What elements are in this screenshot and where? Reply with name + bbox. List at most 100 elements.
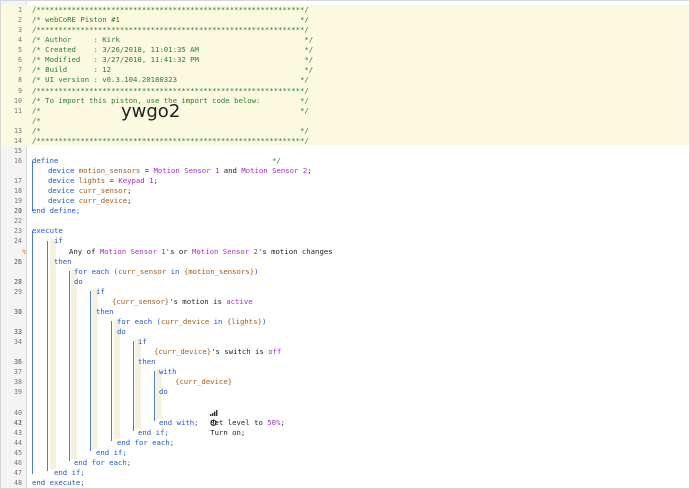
with-device-ref[interactable]: {curr_device} (175, 377, 232, 387)
end-execute-keyword[interactable]: end execute; (32, 478, 85, 488)
do-keyword[interactable]: do (159, 387, 168, 397)
code-line: 15 (1, 146, 689, 156)
equals-sign: = (140, 166, 154, 175)
line-number: 5 (18, 46, 22, 55)
line-number: 28 (14, 277, 22, 286)
code-line: 5 /* Created : 3/26/2018, 11:01:35 AM */ (1, 45, 689, 56)
code-lines: 1 /**************************************… (1, 5, 689, 488)
line-number: 22 (14, 217, 22, 226)
line-number: 47 (14, 468, 22, 477)
for-each-sensor-statement[interactable]: for each (curr_sensor in {motion_sensors… (74, 267, 259, 277)
line-number: 24 (14, 237, 22, 246)
variable-name: curr_sensor (78, 186, 128, 196)
device-keyword: device (48, 176, 75, 186)
code-line: 28 do (1, 277, 689, 287)
device-keyword: device (48, 166, 75, 175)
trigger-condition[interactable]: Any of Motion Sensor 1's or Motion Senso… (69, 247, 333, 257)
define-lights-statement[interactable]: device lights = Keypad 1; (48, 176, 158, 186)
for-each-keyword: for each ( (117, 316, 161, 326)
paren: ) (254, 266, 259, 276)
condition-text: Any of (69, 246, 100, 256)
line-number: 33 (14, 328, 22, 336)
line-number: 37 (14, 368, 22, 377)
code-line: 38 {curr_device} (1, 377, 689, 387)
code-line: 33 do (1, 327, 689, 337)
end-if-keyword[interactable]: end if; (138, 428, 169, 438)
code-line: 4 /* Author : Kirk */ (1, 35, 689, 46)
comment-text: /* Modified : 3/27/2018, 11:41:32 PM */ (32, 55, 314, 65)
define-motion-sensors-statement[interactable]: device motion_sensors = Motion Sensor 1 … (48, 166, 312, 176)
code-line: 30 {curr_sensor}'s motion is active (1, 297, 689, 316)
if-keyword[interactable]: if (138, 337, 147, 347)
code-line: 8 /* UI version : v0.3.104.20180323 */ (1, 75, 689, 86)
device-keyword: device (48, 196, 75, 206)
code-line: 11/* */ (1, 105, 689, 116)
if-keyword[interactable]: if (96, 287, 105, 297)
condition-text: 's motion changes (257, 246, 333, 256)
with-keyword[interactable]: with (159, 367, 177, 377)
execute-keyword[interactable]: execute (32, 226, 63, 236)
device-name: Motion Sensor 1 (99, 246, 166, 256)
line-number: 23 (14, 227, 22, 236)
code-line: 40 Set level to 50%; (1, 397, 689, 427)
line-number: 48 (14, 478, 22, 487)
line-number: 39 (14, 388, 22, 397)
motion-active-condition[interactable]: {curr_sensor}'s motion is active (112, 297, 253, 307)
define-keyword[interactable]: define (32, 156, 58, 166)
comment-text: /***************************************… (32, 85, 309, 95)
then-keyword[interactable]: then (54, 257, 72, 267)
then-keyword[interactable]: then (96, 307, 114, 317)
condition-text: 's switch is (211, 347, 269, 357)
define-curr-device-statement[interactable]: device curr_device; (48, 196, 132, 206)
code-line: 35 {curr_device}'s switch is off (1, 347, 689, 366)
end-for-each-keyword[interactable]: end for each; (117, 438, 174, 448)
code-line: 14 /*************************************… (1, 135, 689, 146)
code-line: 23 execute (1, 226, 689, 236)
code-line: 31 then (1, 307, 689, 317)
comment-text: /***************************************… (32, 5, 309, 14)
line-number: 31 (14, 307, 22, 316)
comment-text: /***************************************… (32, 135, 309, 145)
import-code[interactable]: ywgo2 (121, 102, 180, 120)
end-if-keyword[interactable]: end if; (96, 448, 127, 458)
code-line: 16 define (1, 156, 689, 166)
line-number: 16 (14, 156, 22, 165)
paren: ) (262, 316, 267, 326)
end-define-keyword[interactable]: end define; (32, 206, 80, 216)
line-number: 26 (14, 257, 22, 266)
code-line: 12 /* ywgo2 */ (1, 102, 689, 165)
code-line: 13 /* */ (1, 125, 689, 136)
variable-name: curr_device (160, 316, 210, 326)
code-line: 9 /**************************************… (1, 85, 689, 96)
code-line: 34 if (1, 337, 689, 347)
for-each-device-statement[interactable]: for each (curr_device in {lights}) (117, 317, 266, 327)
in-keyword: in (166, 266, 184, 276)
line-number: 2 (18, 16, 22, 25)
then-keyword[interactable]: then (138, 357, 156, 367)
trigger-bolt-icon: ↯ (22, 247, 27, 256)
variable-name: curr_sensor (117, 266, 167, 276)
line-number: 13 (14, 126, 22, 135)
line-number: 45 (14, 448, 22, 457)
end-for-each-keyword[interactable]: end for each; (74, 458, 131, 468)
line-number: 8 (18, 76, 22, 85)
line-number: 46 (14, 458, 22, 467)
code-line: 6 /* Modified : 3/27/2018, 11:41:32 PM */ (1, 55, 689, 66)
end-if-keyword[interactable]: end if; (54, 468, 85, 478)
if-keyword[interactable]: if (54, 236, 63, 246)
device-name: Motion Sensor 2 (241, 166, 308, 175)
device-name: Motion Sensor 1 (153, 166, 220, 175)
do-keyword[interactable]: do (74, 277, 83, 287)
variable-name: lights (78, 176, 106, 186)
code-line: 25 ↯ Any of Motion Sensor 1's or Motion … (1, 247, 689, 266)
code-line: 21 end define; (1, 206, 689, 216)
equals-sign: = (105, 176, 119, 186)
code-line: 47 end if; (1, 468, 689, 478)
code-line: 10/* To import this piston, use the impo… (1, 95, 689, 106)
switch-off-condition[interactable]: {curr_device}'s switch is off (154, 347, 281, 357)
variable-name: motion_sensors (78, 166, 141, 175)
code-line: 7 /* Build : 12 */ (1, 65, 689, 76)
do-keyword[interactable]: do (117, 327, 126, 337)
end-with-keyword[interactable]: end with; (159, 418, 199, 428)
define-curr-sensor-statement[interactable]: device curr_sensor; (48, 186, 132, 196)
